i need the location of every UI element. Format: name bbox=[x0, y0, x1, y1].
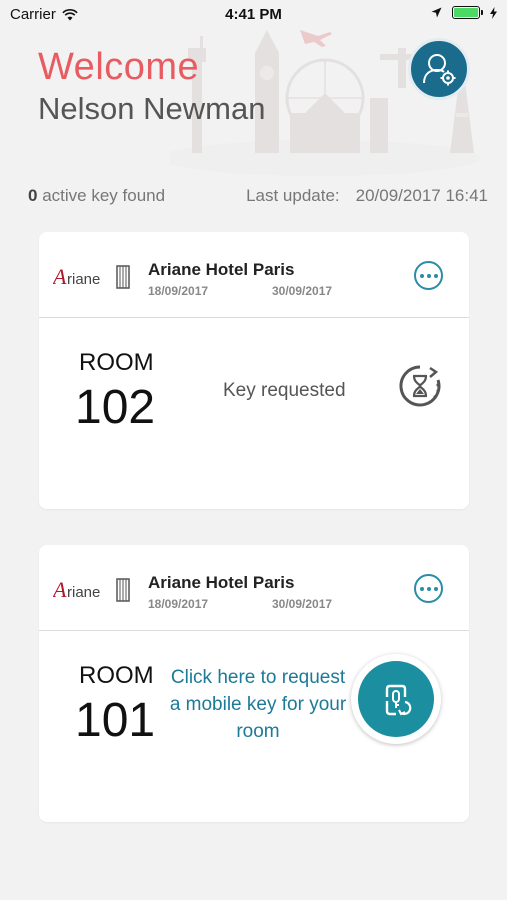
request-key-button-inner bbox=[358, 661, 434, 737]
svg-text:riane: riane bbox=[67, 584, 100, 601]
welcome-header: Welcome Nelson Newman bbox=[0, 28, 507, 178]
check-in-date: 18/09/2017 bbox=[148, 597, 209, 611]
ariane-logo: A riane bbox=[53, 264, 130, 289]
hotel-name: Ariane Hotel Paris bbox=[148, 260, 295, 279]
more-options-button[interactable] bbox=[414, 261, 443, 290]
more-icon bbox=[419, 586, 424, 591]
check-out-date: 30/09/2017 bbox=[272, 284, 333, 298]
request-key-link[interactable]: Click here to request a mobile key for y… bbox=[169, 664, 347, 745]
active-key-count: 0 active key found bbox=[28, 186, 165, 206]
last-update-label: Last update: bbox=[246, 186, 340, 205]
svg-text:A: A bbox=[53, 577, 67, 602]
user-name: Nelson Newman bbox=[38, 91, 266, 126]
svg-text:A: A bbox=[53, 264, 67, 289]
hotel-name: Ariane Hotel Paris bbox=[148, 573, 295, 592]
card-header: A riane Ariane Hotel Paris 18/09/2017 30… bbox=[39, 545, 469, 631]
key-status: Key requested bbox=[223, 380, 346, 401]
more-options-button[interactable] bbox=[414, 574, 443, 603]
more-icon-dot bbox=[426, 586, 431, 591]
request-key-button[interactable] bbox=[351, 654, 441, 744]
check-in-date: 18/09/2017 bbox=[148, 284, 209, 298]
more-icon-dot bbox=[426, 273, 431, 278]
welcome-title: Welcome bbox=[38, 46, 200, 88]
more-icon-dot bbox=[433, 586, 438, 591]
active-key-number: 0 bbox=[28, 186, 38, 205]
check-out-date: 30/09/2017 bbox=[272, 597, 333, 611]
hourglass-icon bbox=[399, 365, 441, 407]
status-bar: Carrier 4:41 PM bbox=[0, 0, 507, 30]
mobile-key-icon bbox=[385, 684, 412, 716]
more-icon bbox=[419, 273, 424, 278]
more-icon-dot bbox=[433, 273, 438, 278]
room-label: ROOM bbox=[79, 662, 154, 689]
last-update: Last update: 20/09/2017 16:41 bbox=[246, 186, 488, 206]
battery-icon bbox=[452, 6, 483, 19]
ariane-logo: A riane bbox=[53, 577, 130, 602]
room-number: 102 bbox=[75, 381, 156, 434]
status-right bbox=[431, 6, 497, 19]
reservation-card: A riane Ariane Hotel Paris 18/09/2017 30… bbox=[39, 545, 469, 822]
profile-settings-icon bbox=[423, 54, 456, 86]
battery-fill bbox=[454, 8, 478, 17]
card-header: A riane Ariane Hotel Paris 18/09/2017 30… bbox=[39, 232, 469, 318]
charging-bolt-icon bbox=[490, 6, 497, 19]
active-key-label: active key found bbox=[42, 186, 166, 205]
location-arrow-icon bbox=[431, 7, 442, 18]
room-label: ROOM bbox=[79, 349, 154, 376]
svg-text:riane: riane bbox=[67, 271, 100, 288]
reservation-card: A riane Ariane Hotel Paris 18/09/2017 30… bbox=[39, 232, 469, 509]
last-update-value: 20/09/2017 16:41 bbox=[355, 186, 488, 205]
profile-settings-button[interactable] bbox=[408, 38, 470, 100]
room-number: 101 bbox=[75, 694, 156, 747]
key-summary: 0 active key found Last update: 20/09/20… bbox=[28, 186, 488, 210]
